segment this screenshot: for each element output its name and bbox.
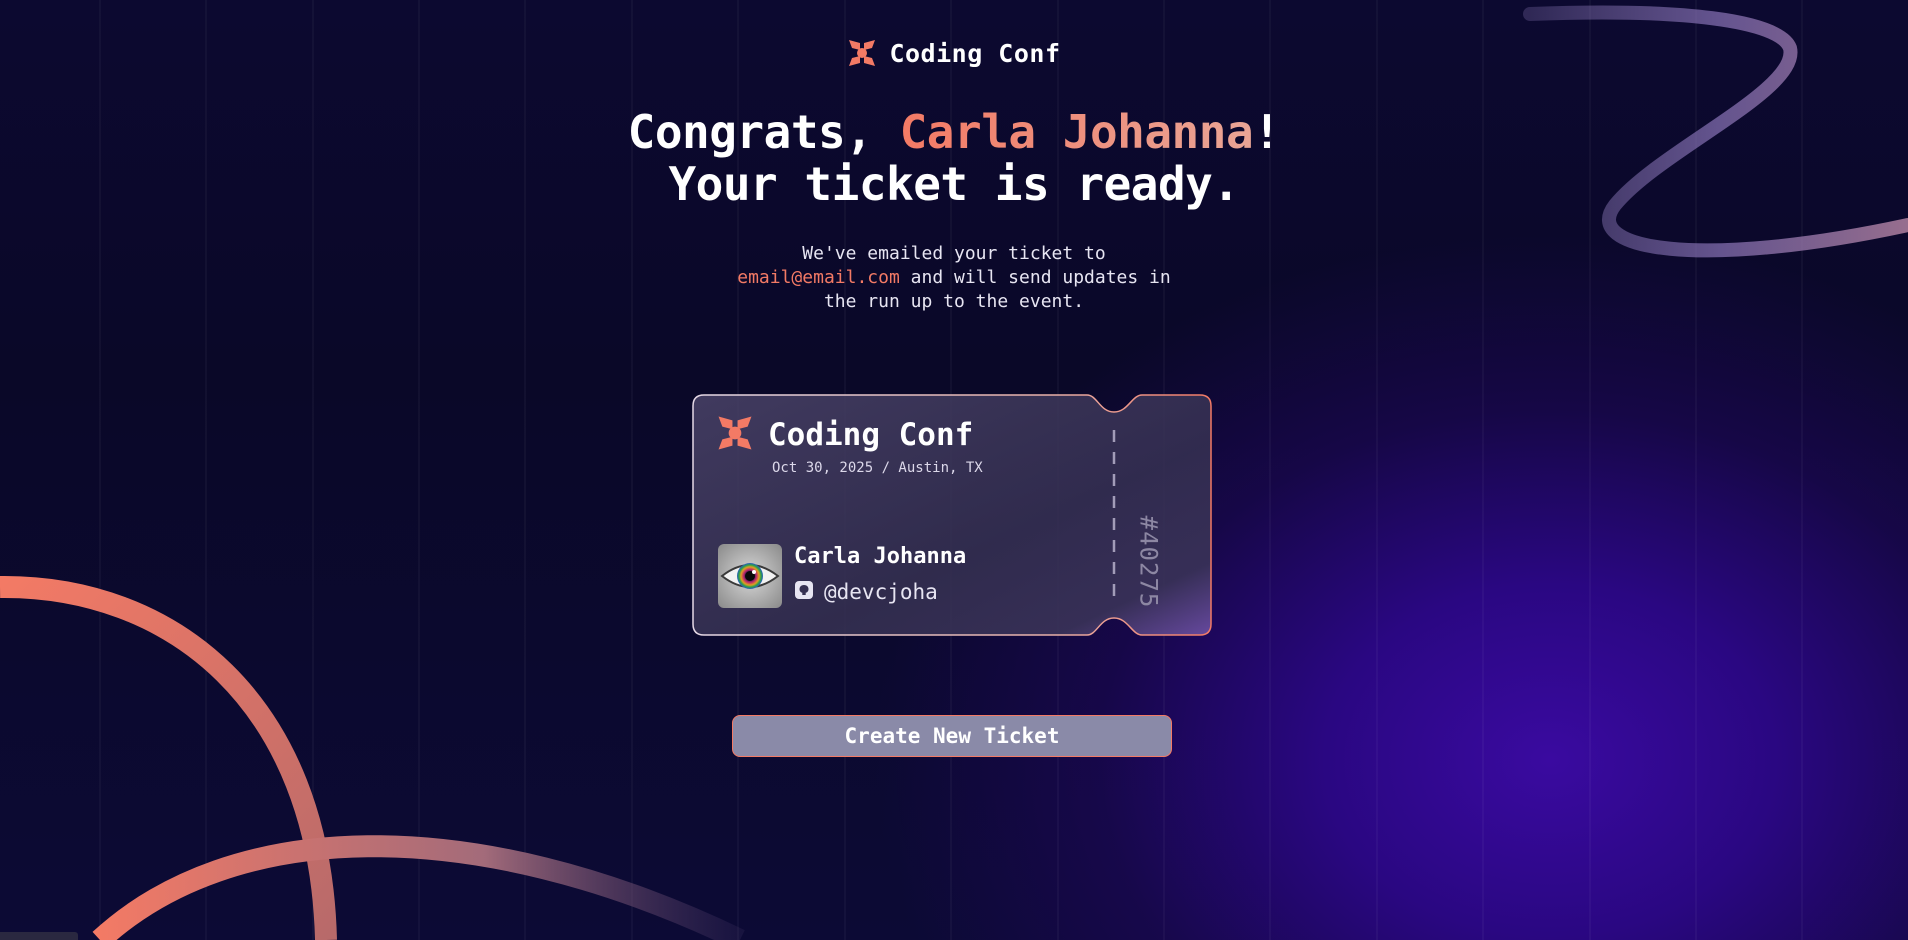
ticket-attendee-name: Carla Johanna — [794, 544, 967, 569]
confirmation-message: We've emailed your ticket to email@email… — [0, 242, 1908, 314]
create-new-ticket-button[interactable]: Create New Ticket — [732, 715, 1172, 757]
site-logo: Coding Conf — [0, 38, 1908, 68]
page-title: Congrats, Carla Johanna! Your ticket is … — [0, 106, 1908, 210]
ticket-brand: Coding Conf — [716, 414, 973, 456]
confirmation-line-1: We've emailed your ticket to — [802, 243, 1106, 264]
github-handle: @devcjoha — [824, 580, 938, 604]
ticket-card: Coding Conf Oct 30, 2025 / Austin, TX Ca… — [692, 394, 1212, 636]
ticket-ready-text: Your ticket is ready. — [668, 157, 1240, 211]
corner-tag — [0, 932, 78, 940]
site-logo-text: Coding Conf — [889, 38, 1061, 68]
greeting-exclaim: ! — [1253, 105, 1281, 159]
left-big-arc — [0, 575, 337, 940]
ticket-date-location: Oct 30, 2025 / Austin, TX — [772, 460, 983, 476]
avatar — [718, 544, 782, 608]
coding-conf-logo-icon — [716, 414, 754, 456]
bottom-arc — [92, 835, 745, 940]
ticket-number: #40275 — [1134, 512, 1163, 612]
email-link[interactable]: email@email.com — [737, 267, 900, 288]
confirmation-line-2: email@email.com and will send updates in — [0, 266, 1908, 290]
greeting-text: Congrats, — [627, 105, 900, 159]
confirmation-line-2-text: and will send updates in — [899, 267, 1171, 288]
github-username: @devcjoha — [794, 580, 938, 604]
ticket-event-name: Coding Conf — [768, 417, 974, 453]
github-icon — [794, 580, 814, 604]
ticket-number-text: #40275 — [1134, 515, 1163, 609]
attendee-name-highlight: Carla Johanna — [899, 105, 1254, 159]
confirmation-line-3: the run up to the event. — [823, 291, 1085, 312]
coding-conf-logo-icon — [847, 38, 877, 68]
